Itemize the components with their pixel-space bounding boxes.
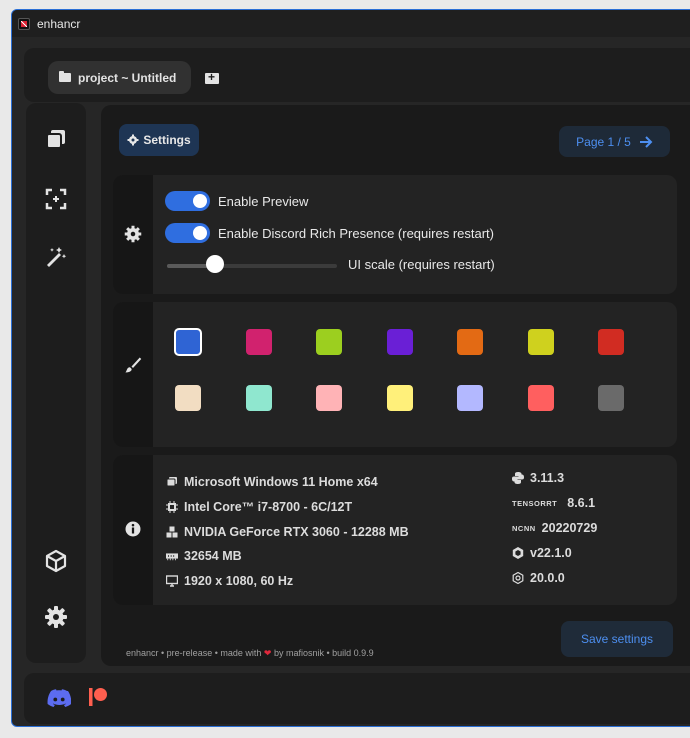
ncnn-version: NCNN 20220729 (512, 521, 597, 535)
ncnn-version-text: 20220729 (541, 521, 598, 535)
patreon-icon[interactable] (88, 687, 108, 707)
os-text: Microsoft Windows 11 Home x64 (184, 475, 378, 489)
folder-icon (59, 71, 71, 82)
cube-icon[interactable] (44, 549, 68, 573)
color-swatch[interactable] (175, 385, 201, 411)
save-settings-button[interactable]: Save settings (561, 621, 673, 657)
media-icon[interactable] (44, 127, 68, 151)
paintbrush-icon (125, 357, 142, 373)
os-info: Microsoft Windows 11 Home x64 (166, 475, 378, 489)
display-info: 1920 x 1080, 60 Hz (166, 574, 293, 588)
color-swatch[interactable] (598, 385, 624, 411)
color-swatch[interactable] (527, 329, 554, 355)
top-bar: project ~ Untitled (24, 48, 690, 102)
project-button[interactable]: project ~ Untitled (48, 61, 191, 94)
next-page-button[interactable]: Page 1 / 5 (559, 126, 670, 157)
tensorrt-version-text: 8.6.1 (567, 496, 596, 510)
cpu-icon (166, 501, 178, 513)
upscale-icon[interactable] (44, 187, 68, 211)
color-swatch[interactable] (457, 385, 483, 411)
ram-text: 32654 MB (184, 549, 242, 563)
windows-icon (166, 477, 177, 487)
discord-icon[interactable] (47, 689, 71, 707)
gpu-info: NVIDIA GeForce RTX 3060 - 12288 MB (166, 525, 409, 539)
app-logo-icon (18, 17, 30, 30)
color-swatch[interactable] (174, 328, 202, 356)
memory-icon (166, 553, 178, 561)
theme-color-panel (113, 302, 677, 447)
footer-text-a: enhancr • pre-release • made with (126, 648, 262, 658)
magic-wand-icon[interactable] (44, 245, 68, 269)
python-icon (512, 472, 524, 484)
electron-version-text: 20.0.0 (530, 571, 565, 585)
color-swatch[interactable] (245, 329, 272, 355)
ncnn-label: NCNN (512, 523, 536, 533)
panel-gutter (113, 302, 153, 447)
electron-version: 20.0.0 (512, 571, 565, 585)
cpu-text: Intel Core™ i7-8700 - 6C/12T (184, 500, 353, 514)
color-swatch[interactable] (386, 385, 413, 411)
page-indicator: Page 1 / 5 (576, 134, 631, 149)
tensorrt-label: TENSORRT (512, 498, 558, 508)
discord-presence-label: Enable Discord Rich Presence (requires r… (218, 226, 494, 241)
ram-info: 32654 MB (166, 549, 242, 563)
node-hexagon-icon (512, 547, 524, 559)
node-version-text: v22.1.0 (530, 546, 572, 560)
sidebar (26, 103, 86, 663)
general-options-panel: Enable Preview Enable Discord Rich Prese… (113, 175, 677, 294)
enable-preview-label: Enable Preview (218, 194, 309, 209)
folder-plus-icon[interactable] (205, 70, 219, 84)
ui-scale-slider-thumb[interactable] (205, 255, 224, 273)
electron-icon (512, 572, 524, 584)
display-text: 1920 x 1080, 60 Hz (184, 574, 294, 588)
tab-settings-label: Settings (143, 133, 191, 147)
tab-settings[interactable]: Settings (119, 124, 199, 156)
cpu-info: Intel Core™ i7-8700 - 6C/12T (166, 500, 352, 514)
enable-preview-toggle[interactable] (165, 191, 210, 211)
arrow-right-icon (639, 135, 653, 148)
info-icon (125, 521, 141, 537)
python-version: 3.11.3 (512, 471, 564, 485)
color-swatch[interactable] (316, 385, 342, 411)
monitor-icon (166, 575, 178, 587)
color-swatch[interactable] (598, 329, 624, 355)
python-version-text: 3.11.3 (530, 471, 565, 485)
settings-content: Settings Page 1 / 5 Enable Preview Enabl… (101, 105, 690, 666)
color-swatch[interactable] (316, 329, 342, 355)
color-swatch[interactable] (527, 385, 554, 411)
gpu-icon (166, 526, 178, 538)
settings-gear-icon[interactable] (44, 605, 68, 629)
ui-scale-label: UI scale (requires restart) (348, 257, 495, 272)
discord-presence-toggle[interactable] (165, 223, 210, 243)
gear-icon (127, 134, 139, 146)
project-label: project ~ Untitled (78, 70, 177, 85)
gpu-text: NVIDIA GeForce RTX 3060 - 12288 MB (184, 525, 409, 539)
system-info-panel: Microsoft Windows 11 Home x64 Intel Core… (113, 455, 677, 605)
tensorrt-version: TENSORRT 8.6.1 (512, 496, 595, 510)
window-title: enhancr (37, 16, 81, 31)
app-window: enhancr project ~ Untitled + Settings Pa… (11, 9, 690, 727)
ui-scale-slider-track[interactable] (167, 264, 337, 268)
gear-icon (124, 225, 142, 243)
footer-text-b: by mafiosnik • build 0.9.9 (273, 648, 374, 658)
color-swatch[interactable] (457, 329, 483, 355)
footer-credits: enhancr • pre-release • made with ❤ by m… (126, 648, 374, 659)
color-swatch[interactable] (245, 385, 272, 411)
bottom-bar (24, 673, 690, 724)
heart-icon: ❤ (263, 648, 272, 658)
color-swatch[interactable] (386, 329, 413, 355)
node-version: v22.1.0 (512, 546, 572, 560)
titlebar: enhancr (12, 10, 690, 37)
